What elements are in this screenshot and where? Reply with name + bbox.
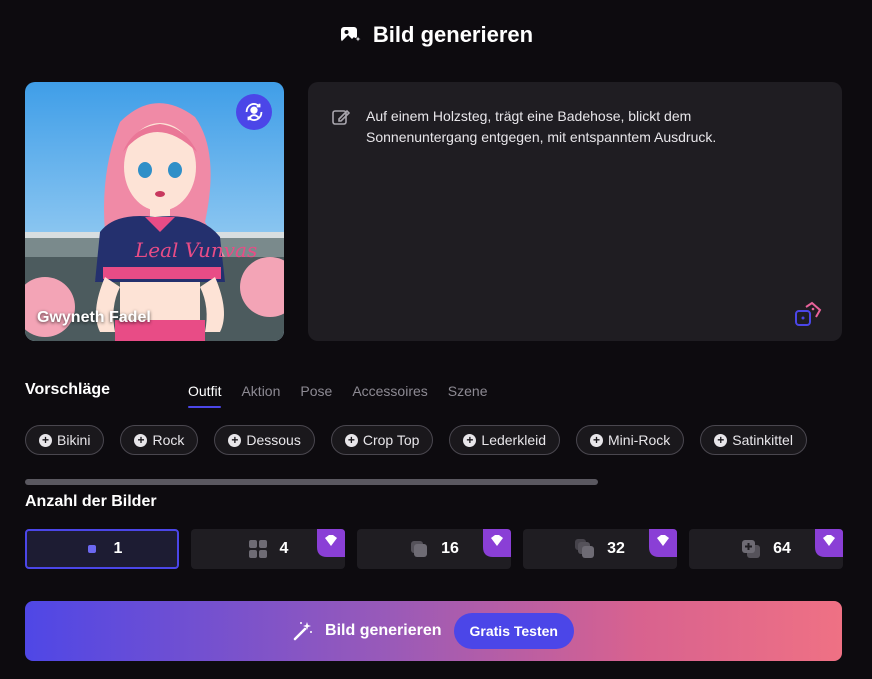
count-value: 32 xyxy=(607,540,625,557)
random-prompt-dice-icon[interactable] xyxy=(794,301,822,329)
plus-icon: + xyxy=(134,433,148,447)
chip-label: Rock xyxy=(152,432,185,448)
prompt-panel[interactable]: Auf einem Holzsteg, trägt eine Badehose,… xyxy=(308,82,842,341)
swap-character-icon xyxy=(245,103,263,121)
chip-label: Satinkittel xyxy=(732,432,793,448)
count-value: 16 xyxy=(441,540,459,557)
image-count-title: Anzahl der Bilder xyxy=(25,493,157,510)
grid-four-icon xyxy=(248,540,267,558)
plus-icon: + xyxy=(463,433,477,447)
count-option-1[interactable]: 1 xyxy=(25,529,179,569)
generate-image-button[interactable]: Bild generieren Gratis Testen xyxy=(25,601,842,661)
count-option-4[interactable]: 4 xyxy=(191,529,345,569)
count-option-16[interactable]: 16 xyxy=(357,529,511,569)
count-option-32[interactable]: 32 xyxy=(523,529,677,569)
tab-scene[interactable]: Szene xyxy=(448,383,488,407)
count-option-64[interactable]: 64 xyxy=(689,529,843,569)
tab-action[interactable]: Aktion xyxy=(241,383,280,407)
stack-plus-icon xyxy=(742,540,761,558)
plus-icon: + xyxy=(228,433,242,447)
chip-label: Crop Top xyxy=(362,432,420,448)
image-count-options: 1 4 16 32 64 xyxy=(25,529,843,569)
tab-accessories[interactable]: Accessoires xyxy=(352,383,427,407)
plus-icon: + xyxy=(39,433,52,447)
shirt-logo: Leal Vunvas xyxy=(134,238,257,262)
single-image-icon xyxy=(87,545,96,553)
suggestion-chips: + Bikini + Rock + Dessous + Crop Top + Lederk… xyxy=(25,425,807,455)
premium-gem-icon xyxy=(649,529,677,557)
premium-gem-icon xyxy=(317,529,345,557)
swap-character-button[interactable] xyxy=(236,94,272,130)
prompt-text[interactable]: Auf einem Holzsteg, trägt eine Badehose,… xyxy=(366,106,806,148)
stack-images-icon xyxy=(411,541,428,557)
suggestion-chip[interactable]: + Lederkleid xyxy=(449,425,561,455)
suggestion-chip[interactable]: + Crop Top xyxy=(330,425,434,455)
character-name: Gwyneth Fadel xyxy=(37,309,151,326)
chip-label: Bikini xyxy=(57,432,91,448)
suggestion-chip[interactable]: + Dessous xyxy=(214,425,315,455)
plus-icon: + xyxy=(590,433,604,447)
suggestion-chip[interactable]: + Satinkittel xyxy=(700,425,807,455)
count-value: 64 xyxy=(773,540,791,557)
plus-icon: + xyxy=(714,433,728,447)
suggestion-chip[interactable]: + Bikini xyxy=(25,425,105,455)
tab-pose[interactable]: Pose xyxy=(300,383,332,407)
edit-prompt-icon xyxy=(332,109,350,125)
chip-label: Dessous xyxy=(246,432,301,448)
generate-label: Bild generieren xyxy=(325,622,442,639)
page-title: Bild generieren xyxy=(372,22,534,47)
chip-label: Lederkleid xyxy=(481,432,547,448)
suggestions-title: Vorschläge xyxy=(25,381,111,398)
character-card[interactable]: Leal Vunvas Gwyneth Fadel xyxy=(25,82,284,341)
magic-wand-icon xyxy=(293,622,313,641)
free-trial-button[interactable]: Gratis Testen xyxy=(453,613,574,649)
chip-label: Mini-Rock xyxy=(608,432,671,448)
count-value: 1 xyxy=(113,540,123,557)
count-value: 4 xyxy=(279,540,289,557)
page-header: Bild generieren xyxy=(0,22,872,48)
premium-gem-icon xyxy=(483,529,511,557)
suggestion-chip[interactable]: + Rock xyxy=(120,425,199,455)
stack-images-icon xyxy=(575,539,595,558)
plus-icon: + xyxy=(344,433,358,447)
image-sparkle-icon xyxy=(340,27,363,45)
premium-gem-icon xyxy=(815,529,843,557)
chips-scrollbar[interactable] xyxy=(25,479,598,485)
suggestion-tabs: Outfit Aktion Pose Accessoires Szene xyxy=(188,383,488,408)
tab-outfit[interactable]: Outfit xyxy=(188,383,222,408)
suggestion-chip[interactable]: + Mini-Rock xyxy=(576,425,685,455)
